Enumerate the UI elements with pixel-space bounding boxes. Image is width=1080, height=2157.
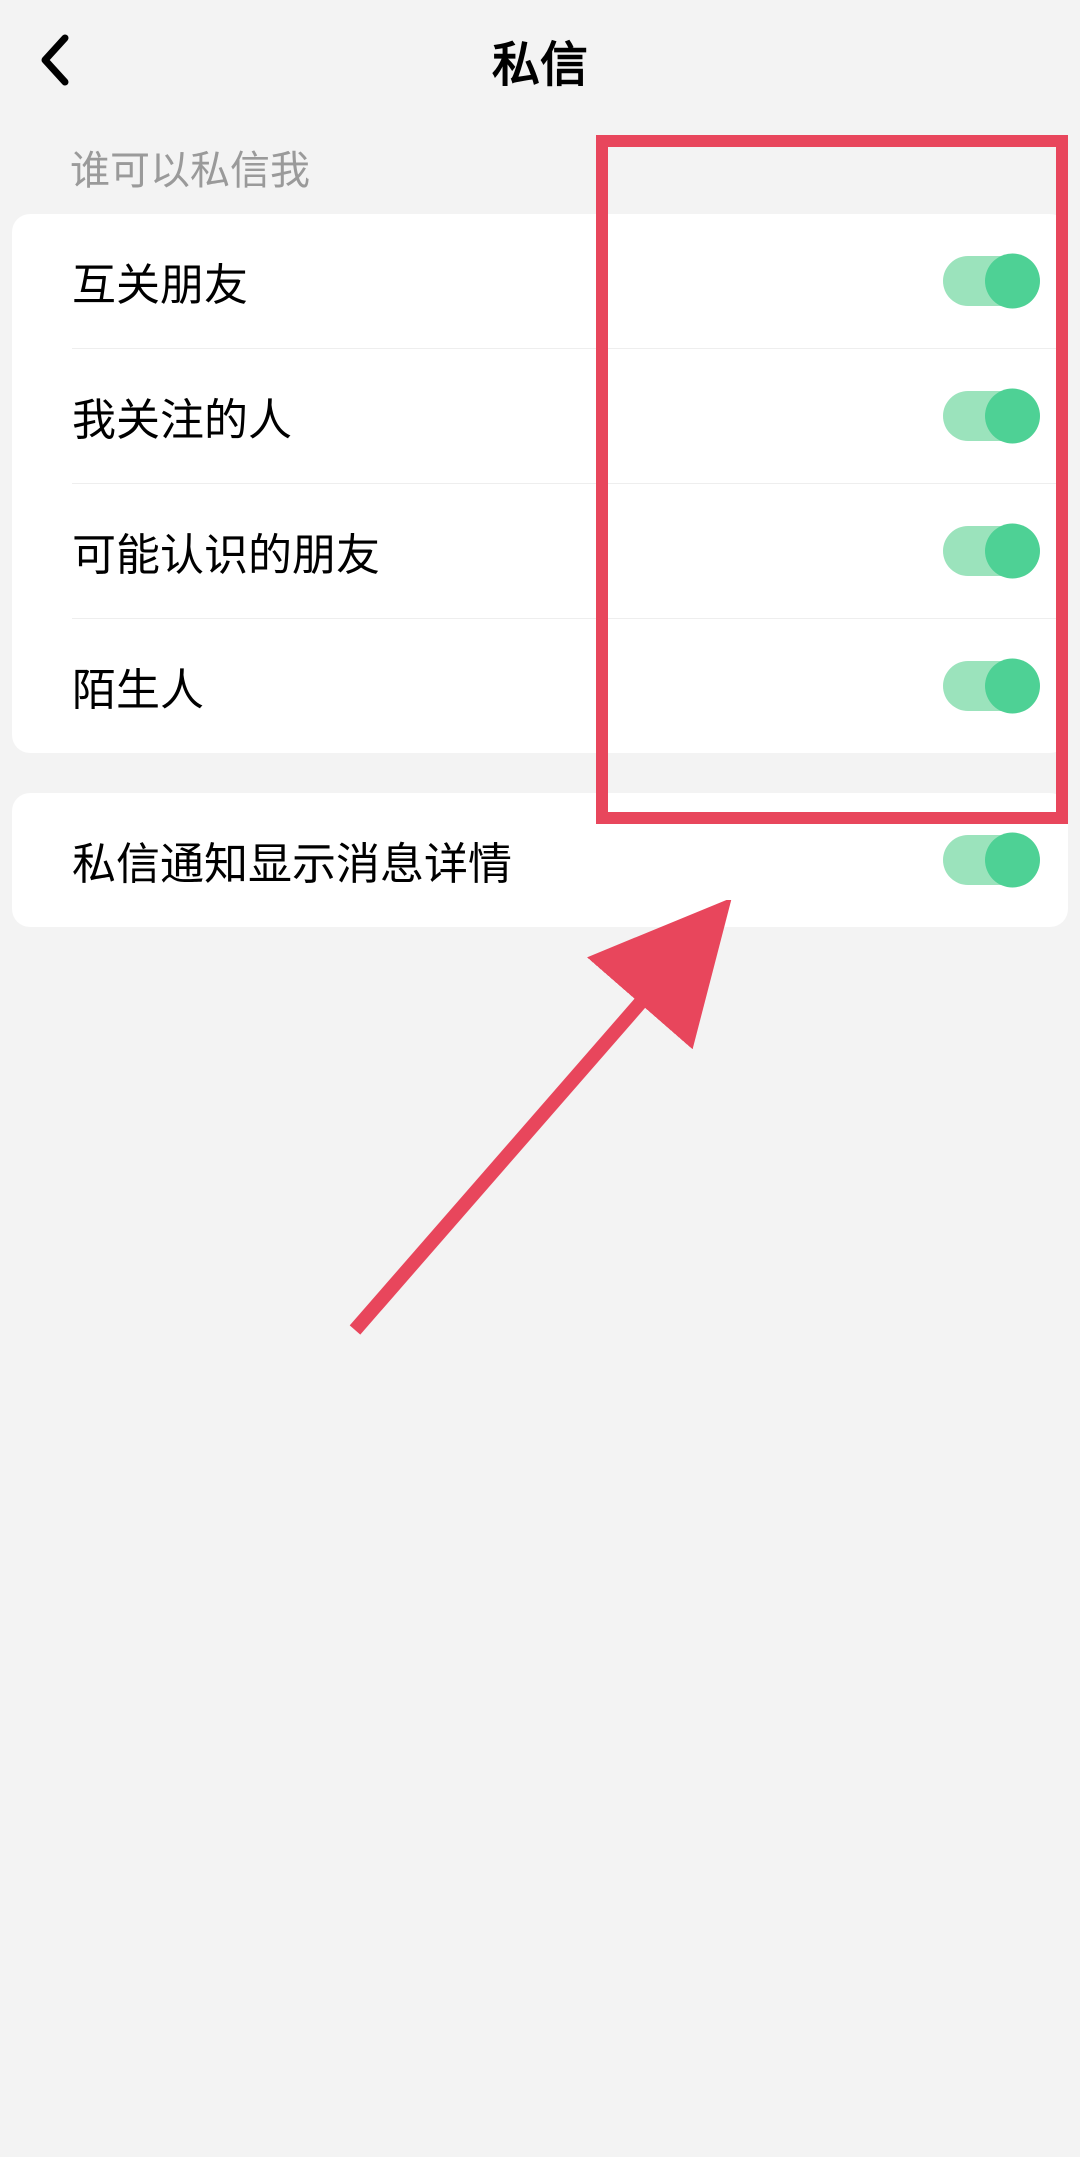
setting-row-mutual-friends: 互关朋友: [12, 214, 1068, 348]
setting-row-following: 我关注的人: [72, 348, 1068, 483]
toggle-knob: [985, 833, 1040, 888]
setting-label: 我关注的人: [72, 384, 292, 448]
settings-group-notification: 私信通知显示消息详情: [12, 793, 1068, 927]
settings-group-who-can-dm: 互关朋友 我关注的人 可能认识的朋友 陌生人: [12, 214, 1068, 753]
toggle-mutual-friends[interactable]: [943, 256, 1038, 306]
toggle-knob: [985, 254, 1040, 309]
toggle-following[interactable]: [943, 391, 1038, 441]
page-title: 私信: [0, 25, 1080, 95]
setting-row-possible-friends: 可能认识的朋友: [72, 483, 1068, 618]
annotation-arrow: [335, 900, 735, 1350]
toggle-knob: [985, 389, 1040, 444]
setting-label: 陌生人: [72, 654, 204, 718]
setting-row-strangers: 陌生人: [72, 618, 1068, 753]
toggle-knob: [985, 659, 1040, 714]
setting-row-show-message-details: 私信通知显示消息详情: [12, 793, 1068, 927]
setting-label: 私信通知显示消息详情: [72, 828, 512, 892]
section-spacer: [0, 753, 1080, 793]
toggle-possible-friends[interactable]: [943, 526, 1038, 576]
setting-label: 可能认识的朋友: [72, 519, 380, 583]
chevron-left-icon: [39, 34, 71, 86]
setting-label: 互关朋友: [72, 249, 248, 313]
navigation-bar: 私信: [0, 0, 1080, 120]
toggle-knob: [985, 524, 1040, 579]
toggle-strangers[interactable]: [943, 661, 1038, 711]
toggle-show-message-details[interactable]: [943, 835, 1038, 885]
section-label-who-can-dm: 谁可以私信我: [0, 120, 1080, 214]
back-button[interactable]: [30, 35, 80, 85]
